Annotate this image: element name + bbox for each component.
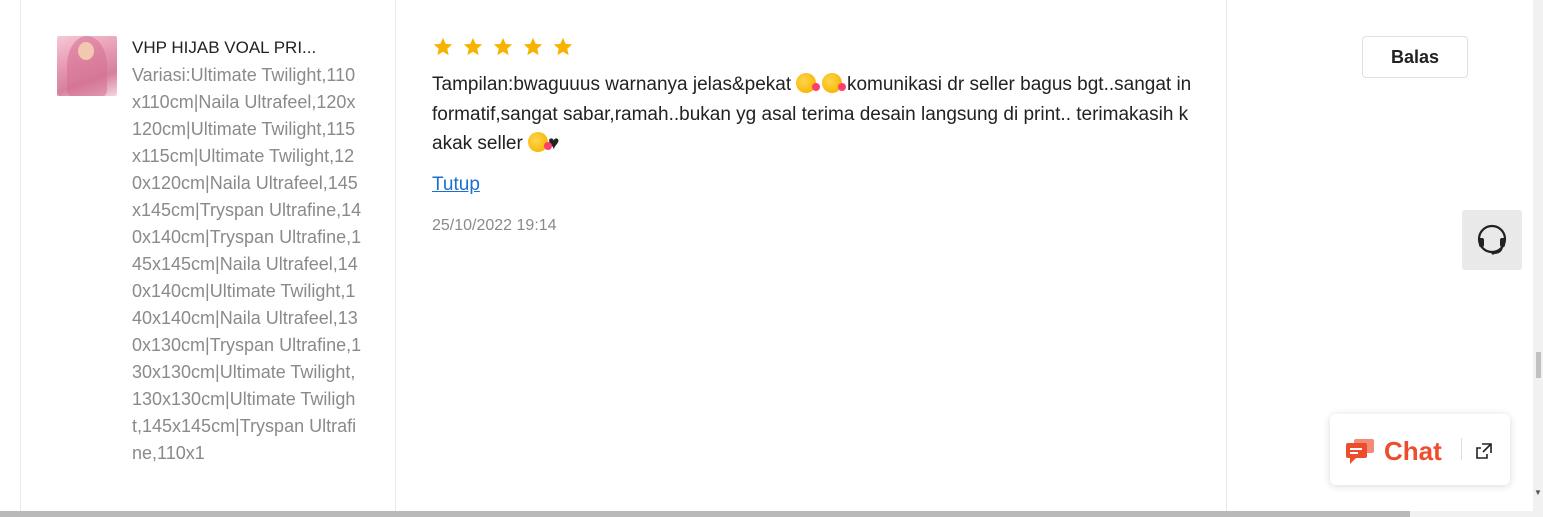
review-text: Tampilan:bwaguuus warnanya jelas&pekat k… (432, 70, 1192, 159)
divider-product (395, 0, 396, 512)
horizontal-scroll-thumb[interactable] (0, 511, 1410, 517)
divider-left (20, 0, 21, 512)
star-icon (463, 37, 483, 56)
product-thumbnail[interactable] (57, 36, 117, 96)
smiling-hearts-emoji-icon (796, 73, 821, 93)
review-text-part1: Tampilan:bwaguuus warnanya jelas&pekat (432, 74, 797, 95)
review-timestamp: 25/10/2022 19:14 (432, 217, 557, 234)
star-icon (433, 37, 453, 56)
product-variation: Variasi:Ultimate Twilight,110x110cm|Nail… (132, 65, 362, 463)
smiling-hearts-emoji-icon (528, 132, 553, 152)
collapse-link[interactable]: Tutup (432, 174, 480, 196)
divider-actions (1226, 0, 1227, 512)
star-icon (493, 37, 513, 56)
headset-icon (1477, 224, 1507, 255)
chat-bubble-icon (1346, 439, 1374, 464)
vertical-scrollbar[interactable] (1533, 0, 1543, 512)
rating-stars (432, 36, 574, 58)
smiling-hearts-emoji-icon (821, 73, 846, 93)
star-icon (553, 37, 573, 56)
scroll-down-arrow-icon[interactable]: ▼ (1534, 488, 1542, 498)
star-icon (523, 37, 543, 56)
chat-label[interactable]: Chat (1384, 436, 1442, 467)
customer-support-button[interactable] (1462, 210, 1522, 270)
vertical-scroll-thumb[interactable] (1536, 352, 1541, 378)
thumbnail-face (78, 42, 94, 60)
chat-separator (1461, 438, 1462, 460)
reply-button[interactable]: Balas (1362, 36, 1468, 78)
product-name[interactable]: VHP HIJAB VOAL PRI... (132, 38, 362, 58)
popout-icon[interactable] (1475, 442, 1493, 460)
chat-widget[interactable]: Chat (1330, 414, 1510, 485)
